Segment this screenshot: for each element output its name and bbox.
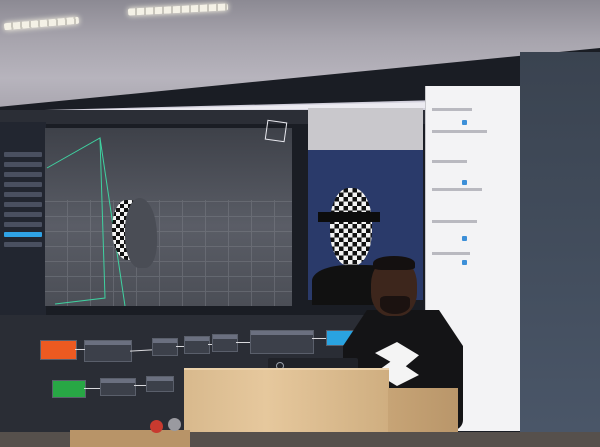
graph-wire [236,342,250,343]
hierarchy-row[interactable] [4,162,42,167]
inspector-field[interactable] [432,108,472,111]
presenter-hair [373,256,415,270]
graph-wire [176,346,184,347]
graph-wire [208,344,212,345]
graph-wire [312,338,326,339]
camera-person-head [330,188,372,266]
graph-node[interactable] [212,334,238,352]
grey-ball [168,418,181,431]
graph-wire [134,385,146,386]
inspector-toggle[interactable] [462,236,467,241]
inspector-field[interactable] [432,188,482,191]
view-cube-icon[interactable] [264,119,288,143]
presenter-beard [380,296,410,314]
graph-wire [75,349,85,350]
inspector-field[interactable] [432,160,467,163]
inspector-field[interactable] [432,252,470,255]
hierarchy-row-selected[interactable] [4,232,42,237]
graph-node[interactable] [184,336,210,354]
hierarchy-row[interactable] [4,242,42,247]
red-ball [150,420,163,433]
pixel-sunglasses [318,212,380,222]
inspector-toggle[interactable] [462,180,467,185]
inspector-field[interactable] [432,220,477,223]
hierarchy-row[interactable] [4,192,42,197]
graph-node[interactable] [152,338,178,356]
graph-node-orange[interactable] [40,340,77,360]
hierarchy-row[interactable] [4,172,42,177]
inspector-field[interactable] [432,130,487,133]
graph-node-green[interactable] [52,380,86,398]
inspector-toggle[interactable] [462,260,467,265]
graph-node[interactable] [100,378,136,396]
adjacent-screen [520,52,600,432]
inspector-toggle[interactable] [462,120,467,125]
hierarchy-row[interactable] [4,222,42,227]
foreground-table [70,430,190,447]
graph-node[interactable] [250,330,314,354]
hierarchy-row[interactable] [4,212,42,217]
graph-node[interactable] [84,340,132,362]
hierarchy-row[interactable] [4,152,42,157]
graph-wire [84,388,100,389]
viewport-wireframe [46,137,126,306]
hierarchy-row[interactable] [4,182,42,187]
graph-node[interactable] [146,376,174,392]
hierarchy-row[interactable] [4,202,42,207]
